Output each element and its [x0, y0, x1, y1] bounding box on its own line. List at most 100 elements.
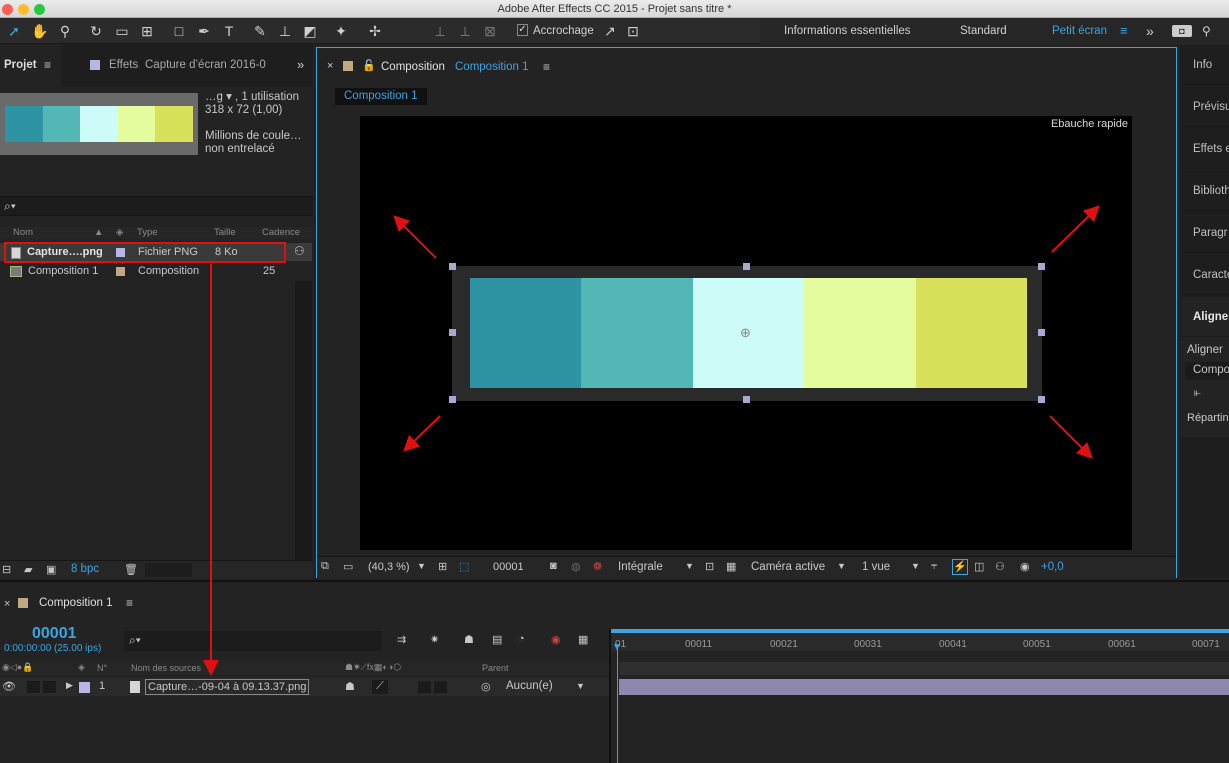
- column-rate[interactable]: Cadence: [262, 227, 300, 239]
- shy-switch-icon[interactable]: ☗: [345, 680, 355, 693]
- mask-visibility-icon[interactable]: ⬚: [459, 560, 469, 573]
- layer-duration-bar[interactable]: [619, 679, 1229, 695]
- new-folder-icon[interactable]: ▰: [24, 563, 32, 576]
- chevron-down-icon[interactable]: ▼: [837, 561, 846, 571]
- puppet-pin-tool-icon[interactable]: ✢: [365, 21, 385, 41]
- parent-dropdown[interactable]: Aucun(e): [506, 680, 553, 692]
- label-column-icon[interactable]: ◈: [78, 662, 85, 673]
- source-name-header[interactable]: Nom des sources: [131, 663, 201, 673]
- tab-character[interactable]: Caracte: [1182, 255, 1229, 295]
- workspace-menu-icon[interactable]: ≡: [1120, 18, 1128, 44]
- snapshot-icon[interactable]: ◙: [550, 560, 557, 572]
- align-to-dropdown[interactable]: Compo: [1185, 362, 1229, 380]
- always-preview-icon[interactable]: ⧉: [321, 560, 329, 573]
- tab-paragraph[interactable]: Paragr: [1182, 213, 1229, 253]
- visibility-eye-icon[interactable]: 👁: [2, 680, 16, 693]
- tab-effects[interactable]: Effets: [109, 59, 138, 71]
- clone-stamp-tool-icon[interactable]: ⊥: [275, 21, 295, 41]
- transparency-grid-icon[interactable]: ▦: [726, 560, 736, 573]
- selection-tool-icon[interactable]: ➚: [4, 21, 24, 41]
- close-window-button[interactable]: [2, 4, 13, 15]
- tab-libraries[interactable]: Biblioth: [1182, 171, 1229, 211]
- frame-blending-icon[interactable]: ▤: [492, 633, 502, 646]
- minimize-window-button[interactable]: [18, 4, 29, 15]
- tab-composition-label[interactable]: Composition: [381, 61, 445, 73]
- local-axis-icon[interactable]: ⟂: [430, 21, 450, 41]
- expand-layer-icon[interactable]: ▶: [66, 680, 73, 691]
- roto-brush-tool-icon[interactable]: ✦: [331, 21, 351, 41]
- current-frame[interactable]: 00001: [493, 561, 524, 573]
- chevron-down-icon[interactable]: ▼: [576, 681, 585, 691]
- hand-tool-icon[interactable]: ✋: [30, 21, 50, 41]
- zoom-tool-icon[interactable]: ⚲: [55, 21, 75, 41]
- column-name[interactable]: Nom: [13, 227, 33, 239]
- timeline-menu-icon[interactable]: ≡: [126, 596, 133, 610]
- snapping-checkbox[interactable]: ✓: [517, 24, 528, 36]
- tab-timeline-composition[interactable]: Composition 1: [39, 597, 113, 609]
- project-search-field[interactable]: ⌕▾: [0, 196, 313, 216]
- pickwhip-icon[interactable]: ◎: [481, 680, 491, 693]
- sort-ascending-icon[interactable]: ▲: [94, 227, 103, 239]
- world-axis-icon[interactable]: ⟂: [455, 21, 475, 41]
- tab-info[interactable]: Info: [1182, 45, 1229, 85]
- tab-align[interactable]: Aligner: [1182, 297, 1229, 337]
- more-workspaces-button[interactable]: »: [1146, 18, 1154, 44]
- exposure-value[interactable]: +0,0: [1041, 561, 1064, 573]
- channels-icon[interactable]: ❁: [593, 560, 602, 573]
- snap-edges-icon[interactable]: ↗: [600, 21, 620, 41]
- tab-composition-name[interactable]: Composition 1: [455, 61, 529, 73]
- item-label-swatch[interactable]: [116, 267, 125, 276]
- comp-mini-flowchart-icon[interactable]: ⇉: [397, 633, 406, 646]
- workspace-small-screen[interactable]: Petit écran: [1052, 18, 1107, 44]
- solo-toggle[interactable]: [43, 681, 56, 693]
- flowchart-icon[interactable]: ⚇: [294, 244, 305, 258]
- label-column-icon[interactable]: ◈: [116, 227, 123, 239]
- reset-exposure-icon[interactable]: ◉: [1020, 560, 1030, 573]
- view-axis-icon[interactable]: ⊠: [480, 21, 500, 41]
- column-type[interactable]: Type: [137, 227, 158, 239]
- pan-behind-tool-icon[interactable]: ⊞: [137, 21, 157, 41]
- brush-tool-icon[interactable]: ✎: [250, 21, 270, 41]
- eraser-tool-icon[interactable]: ◩: [300, 21, 320, 41]
- zoom-level-dropdown[interactable]: (40,3 %): [368, 561, 410, 573]
- gamepad-icon[interactable]: ◘: [1172, 25, 1192, 37]
- toggle-pixel-aspect-icon[interactable]: ⫧: [931, 560, 937, 573]
- tab-project[interactable]: Projet: [4, 59, 37, 71]
- footer-scroll[interactable]: [145, 563, 192, 577]
- effects-tab-target[interactable]: Capture d’écran 2016-0: [145, 59, 272, 71]
- camera-dropdown[interactable]: Caméra active: [751, 561, 825, 573]
- adjustment-layer-switch[interactable]: [434, 681, 447, 693]
- project-menu-icon[interactable]: ≡: [44, 58, 51, 72]
- zoom-window-button[interactable]: [34, 4, 45, 15]
- project-item-name[interactable]: Composition 1: [28, 262, 98, 280]
- lock-icon[interactable]: 🔓: [362, 59, 376, 72]
- camera-tool-icon[interactable]: ▭: [112, 21, 132, 41]
- shy-layers-icon[interactable]: ☗: [464, 633, 474, 646]
- layer-row[interactable]: 👁 ▶ 1 Capture…-09-04 à 09.13.37.png ☗ ⟋ …: [0, 678, 609, 696]
- more-tabs-button[interactable]: »: [297, 57, 304, 72]
- audio-toggle[interactable]: [27, 681, 40, 693]
- pen-tool-icon[interactable]: ✒: [194, 21, 214, 41]
- tab-effects-presets[interactable]: Effets e: [1182, 129, 1229, 169]
- quality-switch[interactable]: ⟋: [372, 680, 388, 694]
- playhead-icon[interactable]: ▼: [612, 642, 622, 653]
- layer-label-swatch[interactable]: [79, 682, 90, 693]
- flowchart-view-icon[interactable]: ⚇: [995, 560, 1005, 573]
- fast-previews-icon[interactable]: ⚡: [952, 559, 968, 575]
- motion-blur-icon[interactable]: ◔: [518, 633, 525, 645]
- snap-features-icon[interactable]: ⊡: [623, 21, 643, 41]
- timeline-icon[interactable]: ◫: [974, 560, 984, 573]
- comp-panel-menu-icon[interactable]: ≡: [543, 60, 550, 74]
- chevron-down-icon[interactable]: ▼: [911, 561, 920, 571]
- rectangle-tool-icon[interactable]: □: [169, 21, 189, 41]
- comp-breadcrumb-chip[interactable]: Composition 1: [335, 88, 427, 105]
- draft-3d-icon[interactable]: ✷: [430, 633, 439, 646]
- brainstorm-icon[interactable]: ◉: [551, 633, 561, 646]
- chevron-down-icon[interactable]: ▼: [417, 561, 426, 571]
- chevron-down-icon[interactable]: ▼: [685, 561, 694, 571]
- align-left-icon[interactable]: ⫦: [1194, 385, 1201, 400]
- project-scrollbar[interactable]: [295, 281, 312, 561]
- views-dropdown[interactable]: 1 vue: [862, 561, 890, 573]
- close-tab-icon[interactable]: ×: [327, 60, 333, 72]
- workspace-standard[interactable]: Standard: [960, 18, 1007, 44]
